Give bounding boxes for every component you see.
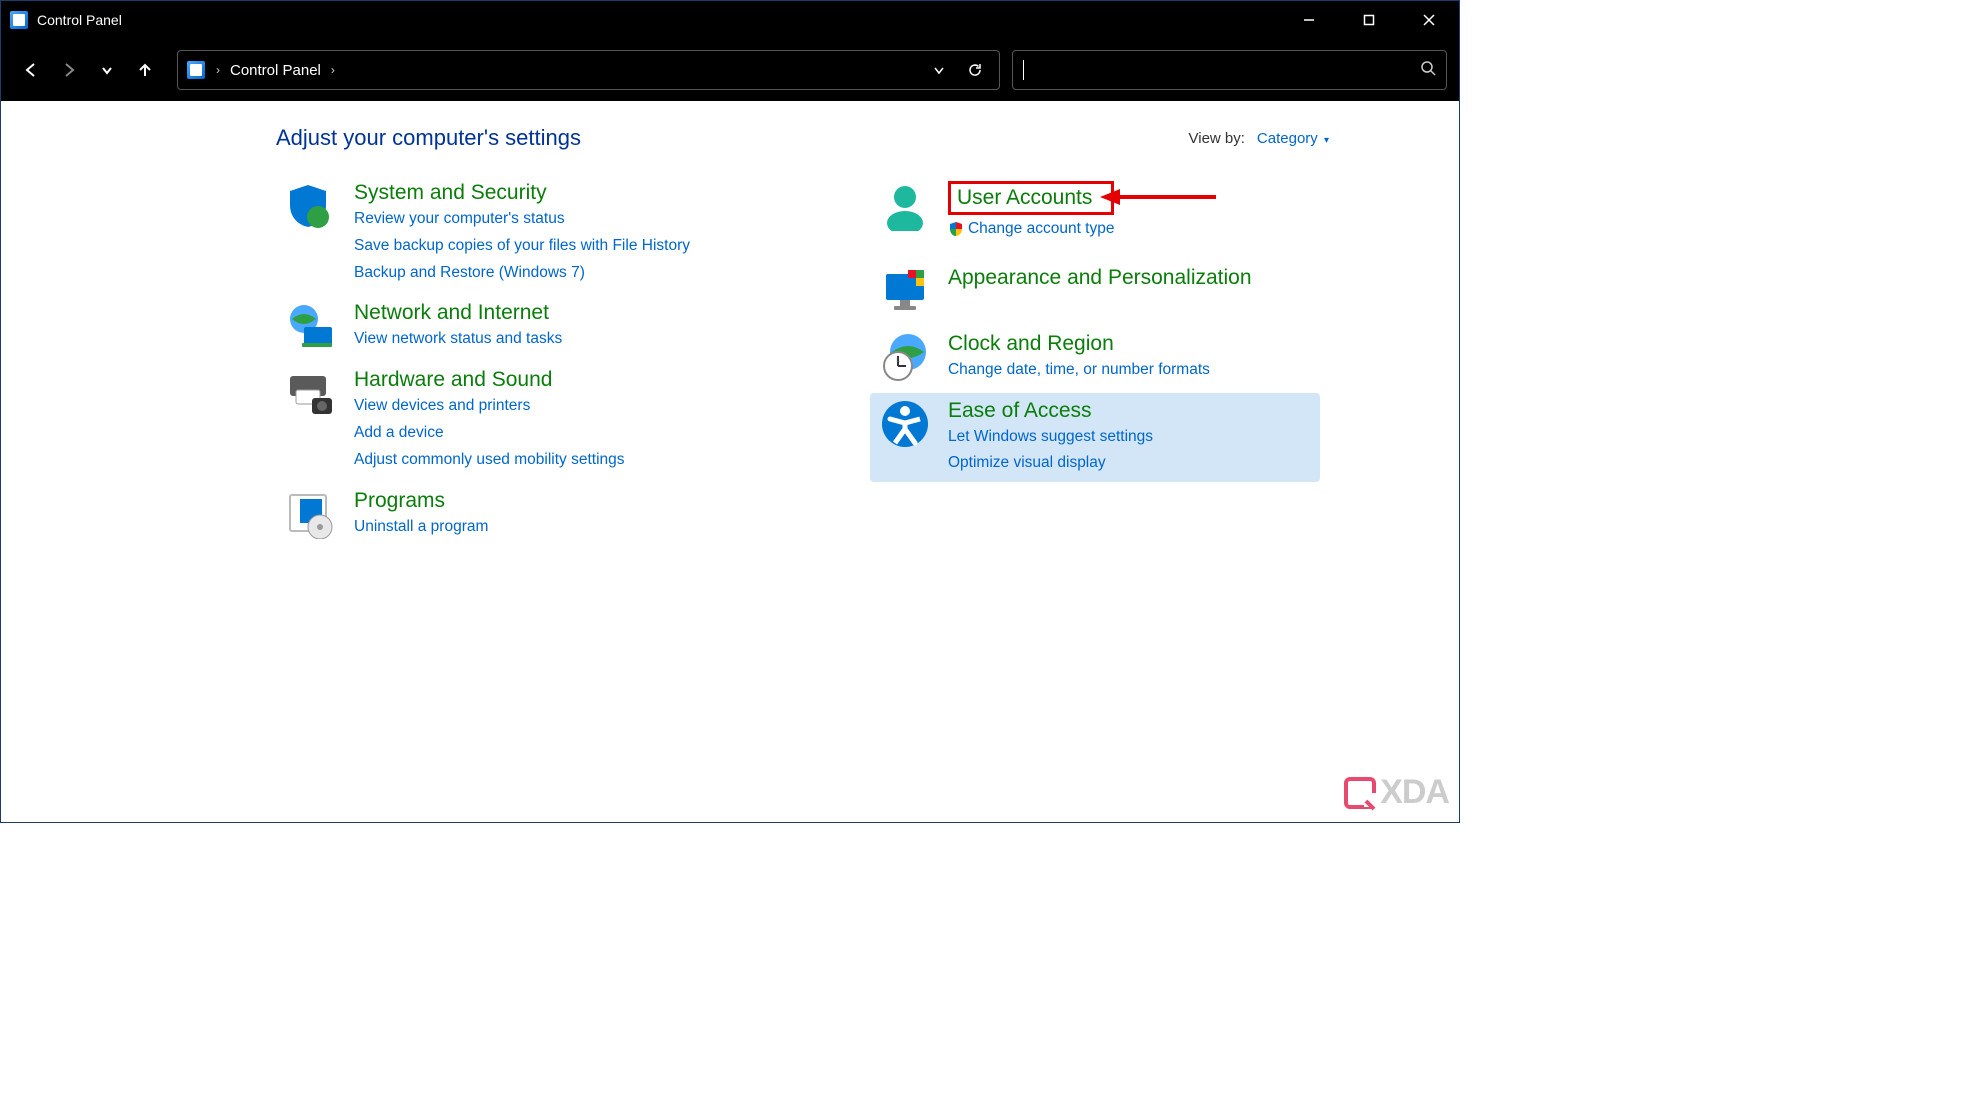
category-title[interactable]: Network and Internet: [354, 301, 562, 325]
category-link[interactable]: Change account type: [948, 217, 1115, 242]
annotation-highlight-box: User Accounts: [948, 181, 1115, 215]
search-icon[interactable]: [1420, 60, 1436, 81]
accessibility-icon: [880, 399, 930, 449]
category-link[interactable]: Save backup copies of your files with Fi…: [354, 234, 690, 259]
page-title: Adjust your computer's settings: [276, 125, 581, 151]
categories-left-column: System and Security Review your computer…: [276, 175, 700, 545]
category-title[interactable]: Ease of Access: [948, 399, 1153, 423]
back-button[interactable]: [13, 52, 49, 88]
globe-network-icon: [286, 301, 336, 351]
annotation-arrow: [1098, 187, 1218, 207]
category-title[interactable]: Hardware and Sound: [354, 368, 625, 392]
category-link[interactable]: Change date, time, or number formats: [948, 358, 1210, 383]
chevron-right-icon[interactable]: ›: [325, 63, 341, 77]
titlebar: Control Panel: [1, 1, 1459, 39]
category-link[interactable]: Adjust commonly used mobility settings: [354, 448, 625, 473]
category-link[interactable]: Review your computer's status: [354, 207, 690, 232]
view-by-control: View by: Category ▾: [1189, 130, 1330, 147]
search-input[interactable]: [1024, 62, 1420, 79]
category-link-text: Change account type: [968, 217, 1115, 242]
navbar: › Control Panel ›: [1, 39, 1459, 101]
control-panel-icon: [9, 10, 29, 30]
category-title[interactable]: Appearance and Personalization: [948, 266, 1252, 290]
up-button[interactable]: [127, 52, 163, 88]
watermark: XDA: [1342, 773, 1449, 812]
programs-disc-icon: [286, 489, 336, 539]
address-icon: [186, 60, 206, 80]
window-title: Control Panel: [37, 12, 122, 28]
category-link[interactable]: Optimize visual display: [948, 451, 1153, 476]
categories-right-column: User Accounts Change account type: [870, 175, 1320, 545]
user-icon: [880, 181, 930, 231]
category-title[interactable]: System and Security: [354, 181, 690, 205]
category-system-security[interactable]: System and Security Review your computer…: [276, 175, 700, 291]
category-programs[interactable]: Programs Uninstall a program: [276, 483, 700, 546]
content-area: Adjust your computer's settings View by:…: [1, 101, 1459, 822]
forward-button[interactable]: [51, 52, 87, 88]
view-by-value: Category: [1257, 130, 1318, 147]
category-link[interactable]: View network status and tasks: [354, 327, 562, 352]
address-location[interactable]: Control Panel: [230, 62, 321, 79]
view-by-label: View by:: [1189, 130, 1245, 147]
category-title[interactable]: User Accounts: [957, 186, 1092, 209]
monitor-personalization-icon: [880, 266, 930, 316]
maximize-button[interactable]: [1339, 1, 1399, 39]
category-link[interactable]: Backup and Restore (Windows 7): [354, 261, 690, 286]
category-network-internet[interactable]: Network and Internet View network status…: [276, 295, 700, 358]
recent-locations-button[interactable]: [89, 52, 125, 88]
address-bar[interactable]: › Control Panel ›: [177, 50, 1000, 90]
categories-grid: System and Security Review your computer…: [1, 175, 1459, 545]
view-by-dropdown[interactable]: Category ▾: [1257, 130, 1329, 147]
content-header: Adjust your computer's settings View by:…: [1, 125, 1459, 151]
search-box[interactable]: [1012, 50, 1447, 90]
close-button[interactable]: [1399, 1, 1459, 39]
category-clock-region[interactable]: L Clock and Region Change date, time, or…: [870, 326, 1320, 389]
category-ease-of-access[interactable]: Ease of Access Let Windows suggest setti…: [870, 393, 1320, 483]
address-dropdown-button[interactable]: [923, 54, 955, 86]
chevron-right-icon[interactable]: ›: [210, 63, 226, 77]
category-hardware-sound[interactable]: Hardware and Sound View devices and prin…: [276, 362, 700, 478]
category-title[interactable]: Programs: [354, 489, 488, 513]
watermark-logo-icon: [1342, 775, 1378, 811]
uac-shield-icon: [948, 221, 964, 237]
printer-camera-icon: [286, 368, 336, 418]
minimize-button[interactable]: [1279, 1, 1339, 39]
category-link[interactable]: Add a device: [354, 421, 625, 446]
category-link[interactable]: View devices and printers: [354, 394, 625, 419]
watermark-text: XDA: [1380, 773, 1449, 812]
category-link[interactable]: Let Windows suggest settings: [948, 425, 1153, 450]
refresh-button[interactable]: [959, 54, 991, 86]
caret-down-icon: ▾: [1324, 135, 1329, 146]
category-title[interactable]: Clock and Region: [948, 332, 1210, 356]
category-user-accounts[interactable]: User Accounts Change account type: [870, 175, 1320, 248]
clock-globe-icon: L: [880, 332, 930, 382]
category-appearance-personalization[interactable]: Appearance and Personalization: [870, 260, 1320, 322]
shield-icon: [286, 181, 336, 231]
category-link[interactable]: Uninstall a program: [354, 515, 488, 540]
